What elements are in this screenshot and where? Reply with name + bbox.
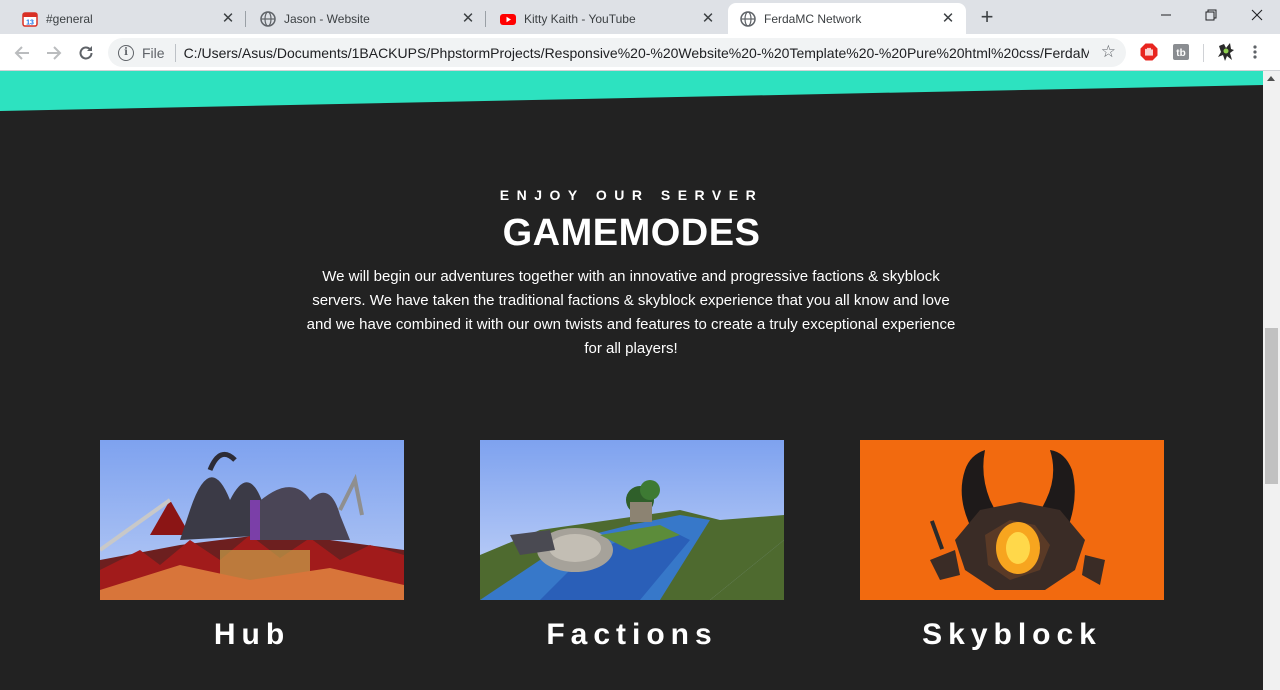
url-text[interactable]: C:/Users/Asus/Documents/1BACKUPS/Phpstor…	[184, 45, 1089, 61]
info-icon[interactable]: i	[118, 44, 134, 61]
tab-ferdamc-network[interactable]: FerdaMC Network ✕	[728, 3, 966, 34]
close-icon[interactable]: ✕	[700, 10, 716, 27]
scrollbar-thumb[interactable]	[1265, 328, 1278, 484]
tab-strip: 13 #general ✕ Jason - Website ✕ Kitty Ka…	[0, 0, 1280, 34]
gamemode-title-skyblock: Skyblock	[922, 618, 1102, 651]
scheme-label: File	[142, 44, 165, 61]
toolbar-divider	[1203, 44, 1204, 62]
extension-icon[interactable]: tb	[1172, 43, 1190, 61]
minimize-button[interactable]	[1143, 0, 1189, 30]
close-window-button[interactable]	[1234, 0, 1280, 30]
forward-arrow-icon	[47, 46, 62, 60]
globe-icon	[740, 10, 756, 27]
minimize-icon	[1161, 14, 1171, 16]
close-icon	[1251, 9, 1263, 21]
tab-title: #general	[46, 11, 93, 26]
bookmark-star-icon[interactable]: ☆	[1101, 43, 1116, 61]
page-viewport: ENJOY OUR SERVER GAMEMODES We will begin…	[0, 71, 1263, 690]
address-bar[interactable]: i File C:/Users/Asus/Documents/1BACKUPS/…	[108, 38, 1126, 67]
reload-button[interactable]	[72, 39, 100, 67]
reload-icon	[79, 46, 93, 60]
factions-screenshot	[480, 440, 784, 600]
close-icon[interactable]: ✕	[940, 10, 956, 27]
restore-icon	[1205, 9, 1217, 21]
accent-wave-shape	[0, 71, 1263, 111]
close-icon[interactable]: ✕	[220, 10, 236, 27]
page-scrollbar[interactable]	[1263, 71, 1280, 690]
tab-title: Jason - Website	[284, 11, 370, 26]
skyblock-screenshot	[860, 440, 1164, 600]
back-button[interactable]	[8, 39, 36, 67]
browser-toolbar: i File C:/Users/Asus/Documents/1BACKUPS/…	[0, 34, 1280, 71]
restore-button[interactable]	[1188, 0, 1234, 30]
close-icon[interactable]: ✕	[460, 10, 476, 27]
youtube-icon	[500, 11, 516, 27]
gamemode-card-factions[interactable]: Factions	[480, 440, 784, 652]
new-tab-button[interactable]: +	[975, 6, 999, 30]
hub-screenshot	[100, 440, 404, 600]
omnibox-divider	[174, 43, 176, 62]
tab-youtube[interactable]: Kitty Kaith - YouTube ✕	[488, 3, 726, 34]
tab-jason-website[interactable]: Jason - Website ✕	[248, 3, 486, 34]
tab-title: Kitty Kaith - YouTube	[524, 11, 636, 26]
gamemode-title-factions: Factions	[546, 618, 718, 651]
adblock-extension-icon[interactable]	[1140, 43, 1158, 61]
forward-button[interactable]	[40, 39, 68, 67]
svg-text:13: 13	[26, 19, 34, 26]
tab-title: FerdaMC Network	[764, 11, 862, 26]
section-eyebrow: ENJOY OUR SERVER	[499, 187, 764, 203]
gamemode-title-hub: Hub	[213, 618, 291, 651]
gamemode-card-skyblock[interactable]: Skyblock	[860, 440, 1164, 652]
scroll-up-arrow-icon[interactable]	[1267, 76, 1275, 81]
tab-general[interactable]: 13 #general ✕	[10, 3, 246, 34]
section-heading: GAMEMODES	[502, 212, 761, 254]
svg-text:tb: tb	[1176, 48, 1185, 59]
calendar-icon: 13	[22, 11, 38, 27]
menu-icon[interactable]	[1252, 43, 1258, 61]
tab-separator	[485, 11, 486, 27]
section-intro: We will begin our adventures together wi…	[306, 268, 956, 357]
back-arrow-icon	[14, 46, 29, 60]
globe-icon	[260, 10, 276, 27]
tab-separator	[245, 11, 246, 27]
profile-avatar[interactable]	[1216, 42, 1236, 62]
gamemode-card-hub[interactable]: Hub	[100, 440, 404, 652]
